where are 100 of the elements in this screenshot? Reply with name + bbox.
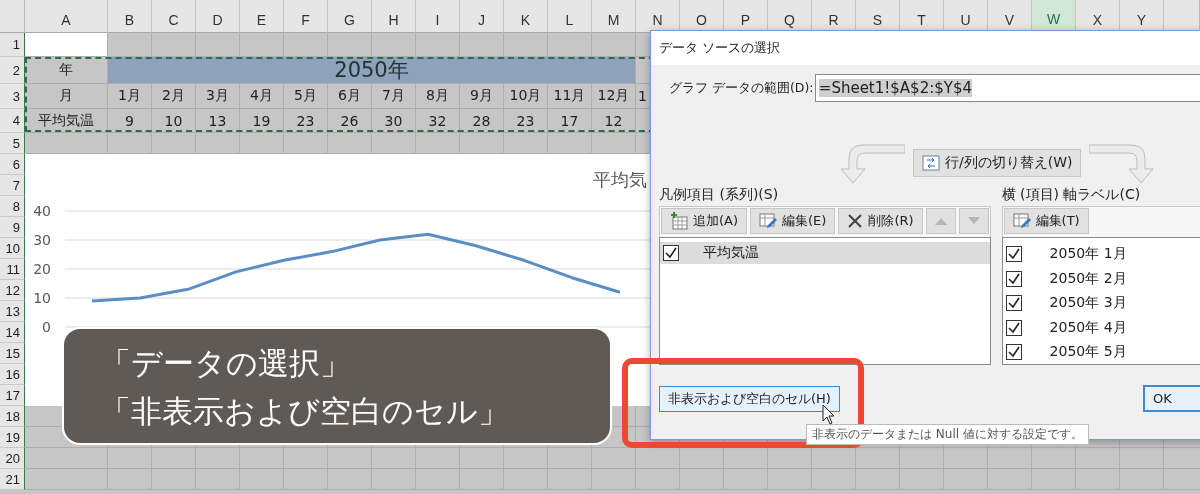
- series-list-item[interactable]: 平均気温: [660, 242, 990, 264]
- table-cell: 32: [416, 109, 460, 133]
- axis-list-item[interactable]: 2050年 1月: [1002, 242, 1200, 267]
- checkbox[interactable]: [1005, 295, 1022, 312]
- column-header[interactable]: L: [548, 0, 592, 33]
- table-cell: 4月: [240, 84, 284, 109]
- table-cell: [1032, 469, 1076, 490]
- row-header[interactable]: 20: [0, 448, 25, 469]
- up-triangle-icon: [934, 217, 947, 225]
- column-header[interactable]: H: [372, 0, 416, 33]
- table-cell: 1月: [108, 84, 152, 109]
- column-header[interactable]: M: [592, 0, 636, 33]
- table-cell: 17: [548, 109, 592, 133]
- row-header[interactable]: 3: [0, 84, 25, 109]
- table-cell: 10: [152, 109, 196, 133]
- table-cell: [900, 469, 944, 490]
- row-header[interactable]: 12: [0, 280, 25, 301]
- table-cell: [196, 469, 240, 490]
- table-cell: 28: [460, 109, 504, 133]
- edit-button[interactable]: 編集(E): [750, 208, 836, 234]
- table-cell: [284, 469, 328, 490]
- table-cell: [108, 448, 152, 469]
- checkbox[interactable]: [663, 245, 679, 261]
- checkbox[interactable]: [1005, 270, 1022, 287]
- table-cell: 23: [284, 109, 328, 133]
- checkbox[interactable]: [1005, 344, 1022, 361]
- table-plus-icon: [670, 212, 688, 230]
- row-header[interactable]: 18: [0, 406, 25, 427]
- row-header[interactable]: 16: [0, 364, 25, 385]
- row-header[interactable]: 14: [0, 322, 25, 343]
- table-cell: [1076, 448, 1120, 469]
- table-cell: [284, 448, 328, 469]
- section-label: 横 (項目) 軸ラベル(C): [1001, 186, 1142, 204]
- switch-row-column-button[interactable]: 行/列の切り替え(W): [913, 149, 1082, 177]
- table-cell: [152, 448, 196, 469]
- axis-tick-label: 30: [33, 232, 51, 248]
- row-header[interactable]: 13: [0, 301, 25, 322]
- table-pencil-icon: [1012, 212, 1031, 230]
- table-cell: [944, 448, 988, 469]
- row-header[interactable]: 6: [0, 154, 25, 175]
- table-cell: [856, 448, 900, 469]
- table-cell: [724, 469, 768, 490]
- table-cell: 3月: [196, 84, 240, 109]
- row-header[interactable]: 19: [0, 427, 25, 448]
- column-header[interactable]: J: [460, 0, 504, 33]
- axis-tick-label: 40: [33, 203, 51, 219]
- column-header[interactable]: E: [240, 0, 284, 33]
- row-header[interactable]: 8: [0, 196, 25, 217]
- axis-list-item[interactable]: 2050年 2月: [1002, 266, 1200, 291]
- table-cell: [680, 448, 724, 469]
- row-header[interactable]: 4: [0, 109, 25, 133]
- column-header[interactable]: I: [416, 0, 460, 33]
- row-header[interactable]: 15: [0, 343, 25, 364]
- range-field[interactable]: =Sheet1!$A$2:$Y$4: [814, 74, 1200, 102]
- row-header[interactable]: 11: [0, 259, 25, 280]
- row-header[interactable]: 1: [0, 33, 25, 57]
- axis-list-item[interactable]: 2050年 3月: [1002, 291, 1200, 316]
- table-cell: 2050年: [108, 57, 636, 84]
- row-header[interactable]: 10: [0, 238, 25, 259]
- table-cell: 2月: [152, 84, 196, 109]
- table-cell: [416, 448, 460, 469]
- table-cell: 30: [372, 109, 416, 133]
- column-header[interactable]: B: [108, 0, 152, 33]
- table-cell: [592, 448, 636, 469]
- table-cell: [328, 469, 372, 490]
- table-cell: [460, 469, 504, 490]
- axis-list-item[interactable]: 2050年 5月: [1002, 340, 1200, 365]
- column-header[interactable]: K: [504, 0, 548, 33]
- section-label: 凡例項目 (系列)(S): [659, 186, 780, 204]
- row-header[interactable]: 2: [0, 57, 25, 84]
- table-cell: [240, 469, 284, 490]
- column-header[interactable]: G: [328, 0, 372, 33]
- column-header[interactable]: F: [284, 0, 328, 33]
- table-cell: 23: [504, 109, 548, 133]
- row-header[interactable]: 7: [0, 175, 25, 196]
- column-header[interactable]: A: [25, 0, 108, 33]
- delete-icon: [847, 213, 864, 229]
- table-cell: [240, 448, 284, 469]
- axis-list-item[interactable]: 2050年 4月: [1002, 315, 1200, 340]
- column-header[interactable]: D: [196, 0, 240, 33]
- ok-button[interactable]: OK: [1143, 385, 1200, 412]
- table-cell: [328, 448, 372, 469]
- row-header[interactable]: 21: [0, 469, 25, 490]
- delete-button[interactable]: 削除(R): [838, 208, 923, 234]
- axis-tick-label: 0: [42, 319, 51, 335]
- table-cell: [636, 448, 680, 469]
- checkbox[interactable]: [1005, 319, 1022, 336]
- column-header[interactable]: N: [636, 0, 680, 33]
- hidden-empty-cells-button[interactable]: 非表示および空白のセル(H): [659, 385, 840, 412]
- table-cell: [548, 469, 592, 490]
- row-header[interactable]: 17: [0, 385, 25, 406]
- checkbox[interactable]: [1005, 246, 1022, 263]
- row-header[interactable]: 5: [0, 133, 25, 154]
- column-header[interactable]: C: [152, 0, 196, 33]
- add-button[interactable]: 追加(A): [661, 208, 748, 234]
- edit-button[interactable]: 編集(T): [1003, 208, 1089, 234]
- table-cell: [504, 448, 548, 469]
- table-cell: 12: [592, 109, 636, 133]
- row-header[interactable]: 9: [0, 217, 25, 238]
- table-cell: 10月: [504, 84, 548, 109]
